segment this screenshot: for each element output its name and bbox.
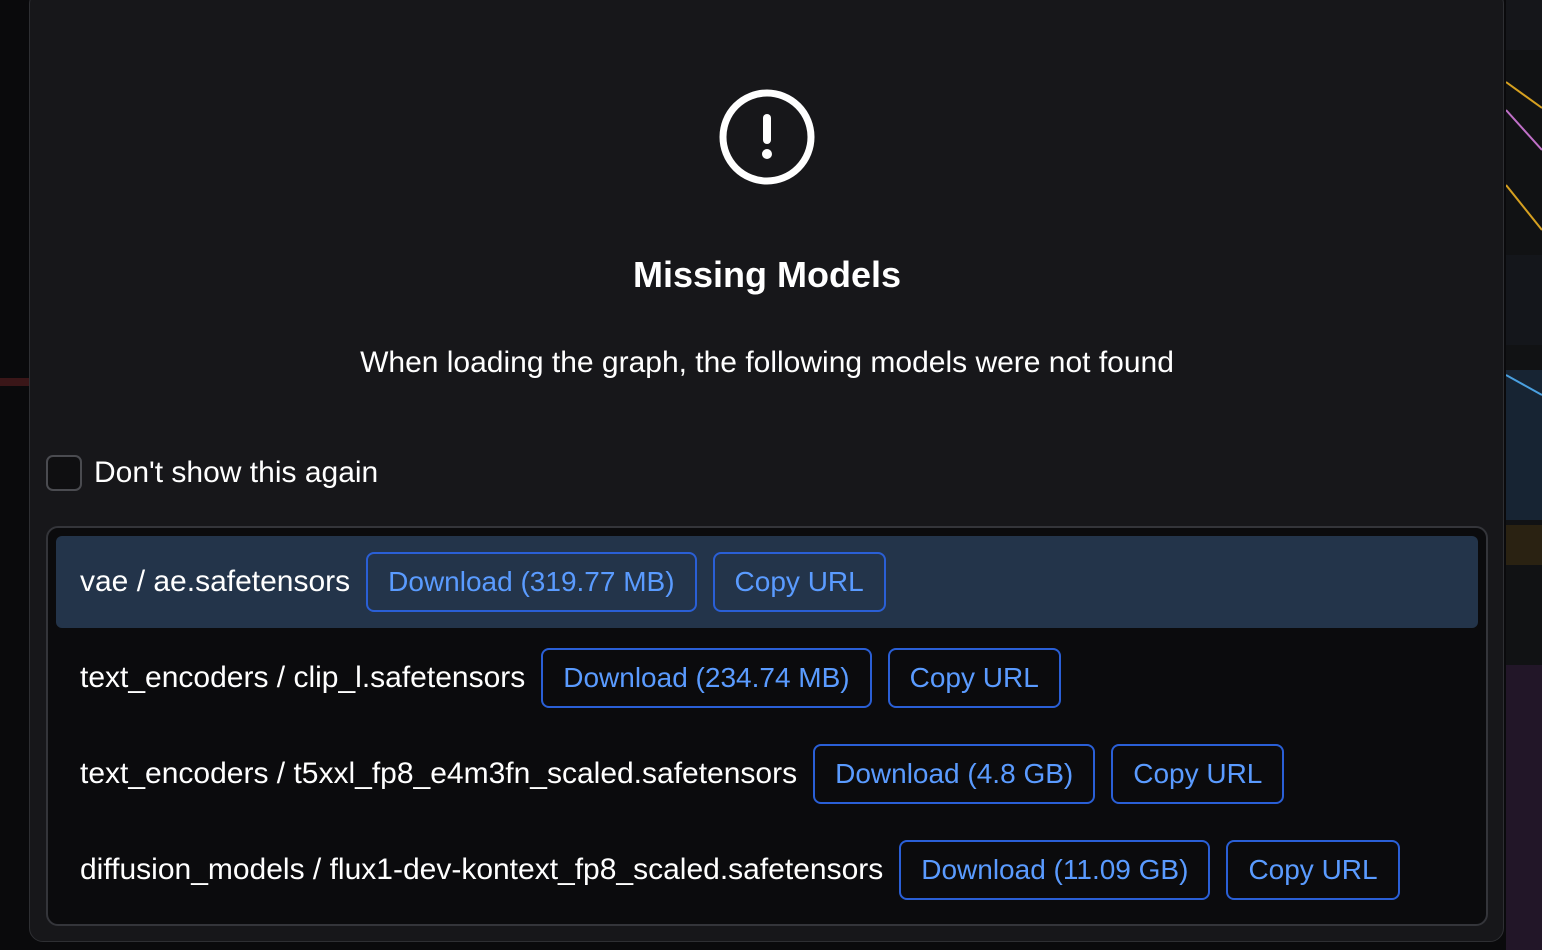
copy-url-button[interactable]: Copy URL xyxy=(1111,744,1285,804)
dont-show-again-option[interactable]: Don't show this again xyxy=(46,453,378,493)
copy-url-button[interactable]: Copy URL xyxy=(1226,840,1400,900)
download-button[interactable]: Download (234.74 MB) xyxy=(541,648,872,708)
missing-models-list: vae / ae.safetensors Download (319.77 MB… xyxy=(46,526,1488,926)
model-name: diffusion_models / flux1-dev-kontext_fp8… xyxy=(80,853,884,886)
download-button[interactable]: Download (4.8 GB) xyxy=(813,744,1096,804)
dialog-title: Missing Models xyxy=(632,254,902,295)
exclamation-circle-icon xyxy=(719,89,815,185)
background-graph-edge xyxy=(1506,0,1542,950)
model-row-flux-kontext[interactable]: diffusion_models / flux1-dev-kontext_fp8… xyxy=(56,824,1478,916)
model-row-clip-l[interactable]: text_encoders / clip_l.safetensors Downl… xyxy=(56,632,1478,724)
model-name: text_encoders / clip_l.safetensors xyxy=(80,661,526,694)
model-name: vae / ae.safetensors xyxy=(80,565,351,598)
dialog-subtitle: When loading the graph, the following mo… xyxy=(360,346,1174,379)
download-button[interactable]: Download (319.77 MB) xyxy=(366,552,697,612)
copy-url-button[interactable]: Copy URL xyxy=(887,648,1061,708)
dont-show-again-label: Don't show this again xyxy=(94,456,379,489)
model-row-vae[interactable]: vae / ae.safetensors Download (319.77 MB… xyxy=(56,536,1478,628)
background-wires xyxy=(1506,81,1542,396)
download-button[interactable]: Download (11.09 GB) xyxy=(899,840,1211,900)
model-name: text_encoders / t5xxl_fp8_e4m3fn_scaled.… xyxy=(80,757,798,790)
copy-url-button[interactable]: Copy URL xyxy=(712,552,886,612)
model-row-t5xxl[interactable]: text_encoders / t5xxl_fp8_e4m3fn_scaled.… xyxy=(56,728,1478,820)
dont-show-again-checkbox[interactable] xyxy=(46,455,82,491)
